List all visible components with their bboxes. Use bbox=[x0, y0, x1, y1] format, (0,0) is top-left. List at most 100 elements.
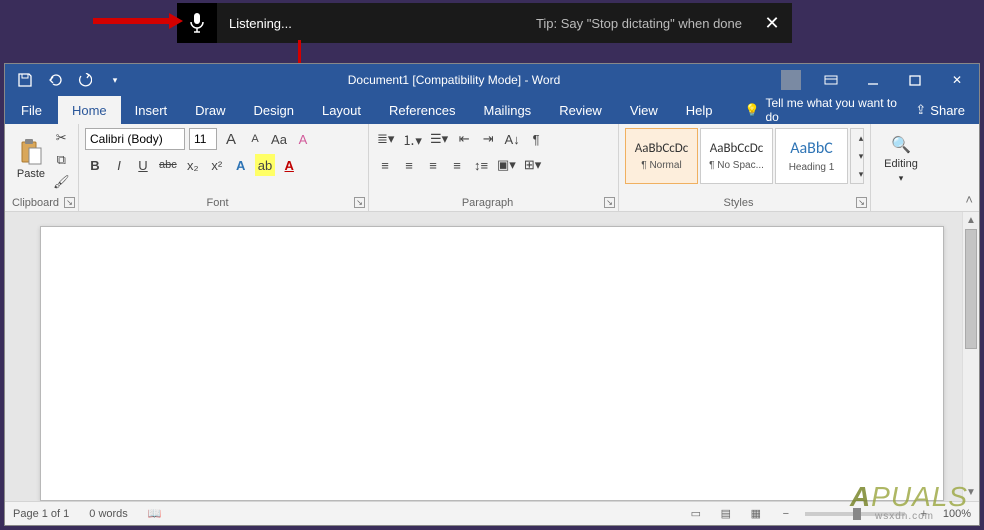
decrease-indent-icon[interactable]: ⇤ bbox=[454, 128, 474, 150]
close-icon[interactable]: ✕ bbox=[752, 3, 792, 43]
font-dialog-launcher[interactable]: ↘ bbox=[354, 197, 365, 208]
dropdown-icon: ▾ bbox=[899, 173, 904, 184]
watermark-logo: APUALS bbox=[850, 481, 968, 514]
style-heading1[interactable]: AaBbC Heading 1 bbox=[775, 128, 848, 184]
redo-icon[interactable] bbox=[71, 66, 99, 94]
tab-view[interactable]: View bbox=[616, 96, 672, 124]
tab-mailings[interactable]: Mailings bbox=[470, 96, 546, 124]
save-icon[interactable] bbox=[11, 66, 39, 94]
cut-icon[interactable]: ✂ bbox=[51, 128, 72, 148]
styles-scroll-down-icon[interactable]: ▾ bbox=[851, 147, 871, 165]
style-name-text: Heading 1 bbox=[789, 162, 835, 173]
tab-insert[interactable]: Insert bbox=[121, 96, 182, 124]
align-center-icon[interactable]: ≡ bbox=[399, 154, 419, 176]
style-preview-text: AaBbCcDc bbox=[635, 141, 689, 156]
strikethrough-button[interactable]: abc bbox=[157, 154, 179, 176]
microphone-icon[interactable] bbox=[177, 3, 217, 43]
tab-draw[interactable]: Draw bbox=[181, 96, 239, 124]
grow-font-icon[interactable]: A bbox=[221, 128, 241, 150]
style-name-text: ¶ No Spac... bbox=[709, 160, 764, 171]
print-layout-icon[interactable]: ▤ bbox=[715, 505, 737, 523]
vertical-scrollbar[interactable]: ▲ ▼ bbox=[962, 212, 979, 501]
watermark-prefix: A bbox=[850, 481, 871, 512]
styles-scroll-up-icon[interactable]: ▴ bbox=[851, 129, 871, 147]
tab-home[interactable]: Home bbox=[58, 96, 121, 124]
web-layout-icon[interactable]: ▦ bbox=[745, 505, 767, 523]
tab-design[interactable]: Design bbox=[240, 96, 308, 124]
increase-indent-icon[interactable]: ⇥ bbox=[478, 128, 498, 150]
font-color-icon[interactable]: A bbox=[279, 154, 299, 176]
word-count-status[interactable]: 0 words bbox=[89, 508, 128, 520]
share-label: Share bbox=[930, 103, 965, 118]
read-mode-icon[interactable]: ▭ bbox=[685, 505, 707, 523]
tab-layout[interactable]: Layout bbox=[308, 96, 375, 124]
show-marks-icon[interactable]: ¶ bbox=[526, 128, 546, 150]
highlight-icon[interactable]: ab bbox=[255, 154, 275, 176]
word-window: ▾ Document1 [Compatibility Mode] - Word … bbox=[4, 63, 980, 526]
shrink-font-icon[interactable]: A bbox=[245, 128, 265, 150]
font-size-input[interactable] bbox=[189, 128, 217, 150]
document-title: Document1 [Compatibility Mode] - Word bbox=[135, 73, 773, 87]
subscript-button[interactable]: x₂ bbox=[183, 154, 203, 176]
styles-expand-icon[interactable]: ▾ bbox=[851, 165, 871, 183]
scroll-up-icon[interactable]: ▲ bbox=[963, 212, 979, 229]
multilevel-list-icon[interactable]: ☰▾ bbox=[428, 128, 450, 150]
clear-formatting-icon[interactable]: A bbox=[293, 128, 313, 150]
document-area: ▲ ▼ bbox=[5, 212, 979, 501]
style-no-spacing[interactable]: AaBbCcDc ¶ No Spac... bbox=[700, 128, 773, 184]
text-effects-icon[interactable]: A bbox=[231, 154, 251, 176]
window-close-icon[interactable]: ✕ bbox=[937, 66, 977, 94]
qat-customize-icon[interactable]: ▾ bbox=[101, 66, 129, 94]
titlebar: ▾ Document1 [Compatibility Mode] - Word … bbox=[5, 64, 979, 96]
tab-help[interactable]: Help bbox=[672, 96, 727, 124]
watermark-suffix: PUALS bbox=[871, 481, 968, 512]
bullets-icon[interactable]: ≣▾ bbox=[375, 128, 396, 150]
dictation-status-text: Listening... bbox=[217, 16, 536, 31]
copy-icon[interactable]: ⧉ bbox=[51, 150, 72, 170]
justify-icon[interactable]: ≡ bbox=[447, 154, 467, 176]
minimize-icon[interactable] bbox=[853, 66, 893, 94]
bold-button[interactable]: B bbox=[85, 154, 105, 176]
line-spacing-icon[interactable]: ↕≡ bbox=[471, 154, 491, 176]
ribbon-display-icon[interactable] bbox=[811, 66, 851, 94]
borders-icon[interactable]: ⊞▾ bbox=[522, 154, 543, 176]
italic-button[interactable]: I bbox=[109, 154, 129, 176]
dictation-bar: Listening... Tip: Say "Stop dictating" w… bbox=[177, 3, 792, 43]
collapse-ribbon-icon[interactable]: ˄ bbox=[965, 192, 973, 207]
tell-me-search[interactable]: 💡 Tell me what you want to do bbox=[727, 96, 902, 124]
superscript-button[interactable]: x² bbox=[207, 154, 227, 176]
styles-dialog-launcher[interactable]: ↘ bbox=[856, 197, 867, 208]
align-right-icon[interactable]: ≡ bbox=[423, 154, 443, 176]
quick-access-toolbar: ▾ bbox=[5, 66, 135, 94]
numbering-icon[interactable]: ⒈▾ bbox=[400, 128, 424, 150]
clipboard-group-label: Clipboard bbox=[5, 197, 66, 209]
tell-me-label: Tell me what you want to do bbox=[765, 96, 901, 124]
style-normal[interactable]: AaBbCcDc ¶ Normal bbox=[625, 128, 698, 184]
style-preview-text: AaBbC bbox=[790, 139, 833, 158]
spelling-status-icon[interactable]: 📖 bbox=[148, 507, 162, 520]
tab-file[interactable]: File bbox=[5, 96, 58, 124]
sort-icon[interactable]: A↓ bbox=[502, 128, 522, 150]
format-painter-icon[interactable]: 🖌 bbox=[51, 172, 72, 192]
statusbar: Page 1 of 1 0 words 📖 ▭ ▤ ▦ − + 100% bbox=[5, 501, 979, 525]
underline-button[interactable]: U bbox=[133, 154, 153, 176]
user-avatar[interactable] bbox=[781, 70, 801, 90]
font-name-input[interactable] bbox=[85, 128, 185, 150]
share-button[interactable]: ⇪ Share bbox=[901, 96, 979, 124]
change-case-icon[interactable]: Aa bbox=[269, 128, 289, 150]
document-page[interactable] bbox=[40, 226, 944, 501]
tab-review[interactable]: Review bbox=[545, 96, 616, 124]
clipboard-dialog-launcher[interactable]: ↘ bbox=[64, 197, 75, 208]
shading-icon[interactable]: ▣▾ bbox=[495, 154, 518, 176]
paste-button[interactable]: Paste bbox=[11, 126, 51, 192]
maximize-icon[interactable] bbox=[895, 66, 935, 94]
editing-button[interactable]: 🔍 Editing ▾ bbox=[877, 126, 925, 192]
page-number-status[interactable]: Page 1 of 1 bbox=[13, 508, 69, 520]
paragraph-dialog-launcher[interactable]: ↘ bbox=[604, 197, 615, 208]
undo-icon[interactable] bbox=[41, 66, 69, 94]
scrollbar-thumb[interactable] bbox=[965, 229, 977, 349]
tab-references[interactable]: References bbox=[375, 96, 469, 124]
align-left-icon[interactable]: ≡ bbox=[375, 154, 395, 176]
zoom-out-icon[interactable]: − bbox=[775, 505, 797, 523]
styles-group-label: Styles bbox=[619, 197, 858, 209]
